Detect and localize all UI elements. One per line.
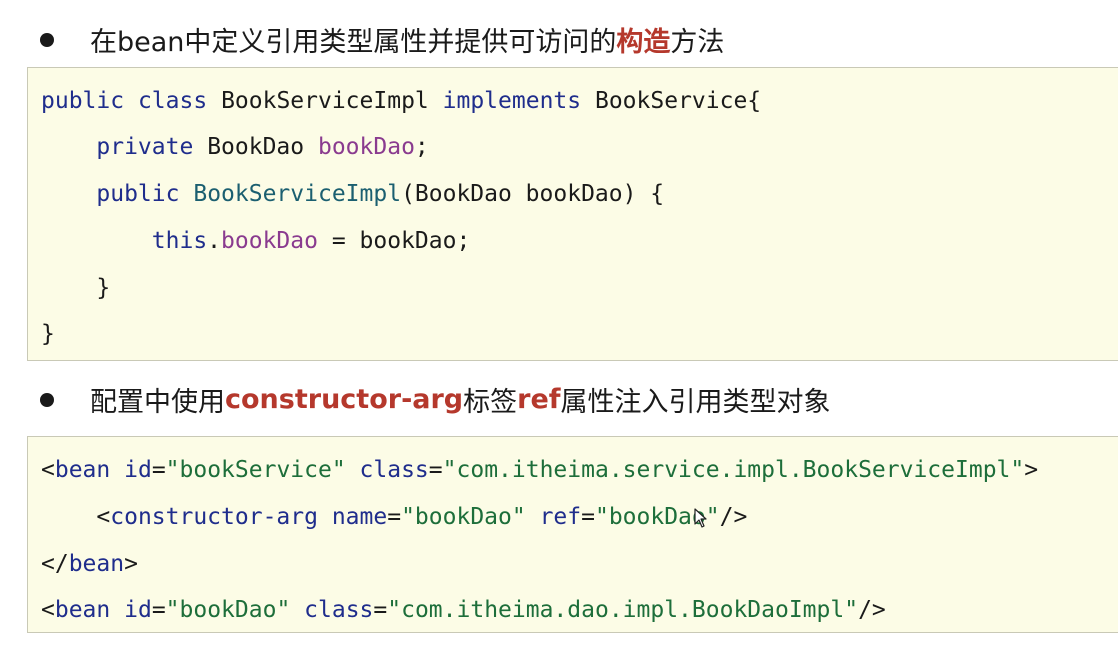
close-brace: } — [96, 275, 111, 301]
xml-line-1: <bean id="bookService" class="com.itheim… — [41, 455, 1038, 485]
semicolon: ; — [414, 134, 429, 160]
dot: . — [207, 228, 222, 254]
tag-self-close: /> — [719, 504, 748, 530]
tag-constructor-arg: constructor-arg — [110, 504, 318, 530]
assignment: = bookDao; — [317, 228, 471, 254]
tag-open-bracket: < — [41, 457, 55, 483]
section-1-text-before: 在bean中定义引用类型属性并提供可访问的 — [90, 27, 617, 58]
constructor-name: BookServiceImpl — [193, 181, 402, 207]
section-2-text-after: 属性注入引用类型对象 — [560, 387, 831, 418]
java-line-2: private BookDao bookDao; — [41, 132, 429, 162]
xml-line-2: <constructor-arg name="bookDao" ref="boo… — [41, 502, 747, 532]
section-1-text-after: 方法 — [670, 27, 725, 58]
constructor-params: (BookDao bookDao) { — [401, 181, 665, 207]
value-class: "com.itheima.service.impl.BookServiceImp… — [442, 457, 1025, 483]
section-2-text-before: 配置中使用 — [90, 387, 225, 418]
tag-bean: bean — [54, 457, 111, 483]
keyword-this: this — [151, 228, 208, 254]
tag-bean-end: bean — [68, 551, 125, 577]
java-line-3: public BookServiceImpl(BookDao bookDao) … — [41, 179, 664, 209]
tag-close-bracket: > — [1024, 457, 1039, 483]
keyword-public: public — [41, 88, 125, 114]
xml-code-block: <bean id="bookService" class="com.itheim… — [27, 436, 1118, 633]
tag-open-bracket: < — [96, 504, 111, 530]
attr-name: name — [331, 504, 388, 530]
java-code-block: public class BookServiceImpl implements … — [27, 67, 1118, 361]
mouse-cursor-icon — [694, 508, 707, 528]
section-2-emphasis-2: ref — [517, 384, 561, 415]
java-line-4: this.bookDao = bookDao; — [41, 226, 471, 256]
xml-line-3: </bean> — [41, 549, 138, 579]
keyword-implements: implements — [442, 88, 582, 114]
field-name: bookDao — [317, 134, 415, 160]
section-2-emphasis-1: constructor-arg — [225, 384, 464, 415]
equals: = — [151, 457, 166, 483]
equals: = — [373, 597, 388, 623]
keyword-public: public — [96, 181, 180, 207]
tag-self-close: /> — [858, 597, 886, 623]
equals: = — [581, 504, 595, 530]
section-1-emphasis: 构造 — [616, 27, 671, 58]
equals: = — [428, 457, 443, 483]
equals: = — [151, 597, 166, 623]
java-line-6: } — [41, 319, 55, 349]
attr-id: id — [124, 597, 152, 623]
value-class: "com.itheima.dao.impl.BookDaoImpl" — [387, 597, 859, 623]
value-name: "bookDao" — [401, 504, 526, 530]
value-id: "bookDao" — [165, 597, 291, 623]
attr-id: id — [124, 457, 152, 483]
field-type: BookDao — [207, 134, 305, 160]
section-2-heading: 配置中使用 constructor-arg 标签 ref 属性注入引用类型对象 — [40, 380, 831, 419]
tag-open-bracket: < — [41, 597, 55, 623]
keyword-class: class — [137, 88, 208, 114]
field-ref: bookDao — [221, 228, 318, 254]
section-1-heading: 在bean中定义引用类型属性并提供可访问的 构造 方法 — [40, 20, 724, 59]
attr-class: class — [304, 597, 374, 623]
attr-ref: ref — [539, 504, 582, 530]
tag-end-open-bracket: </ — [41, 551, 69, 577]
keyword-private: private — [96, 134, 194, 160]
tag-close-bracket: > — [124, 551, 138, 577]
section-2-text-middle: 标签 — [463, 387, 518, 418]
attr-class: class — [359, 457, 429, 483]
class-name: BookServiceImpl — [221, 88, 429, 114]
close-brace: } — [41, 321, 55, 347]
java-line-5: } — [41, 273, 110, 303]
tag-bean: bean — [54, 597, 111, 623]
xml-line-4: <bean id="bookDao" class="com.itheima.da… — [41, 595, 886, 625]
value-id: "bookService" — [165, 457, 346, 483]
equals: = — [387, 504, 402, 530]
interface-name: BookService{ — [594, 88, 762, 114]
bullet-icon — [40, 32, 54, 47]
bullet-icon — [40, 392, 54, 407]
java-line-1: public class BookServiceImpl implements … — [41, 86, 761, 116]
